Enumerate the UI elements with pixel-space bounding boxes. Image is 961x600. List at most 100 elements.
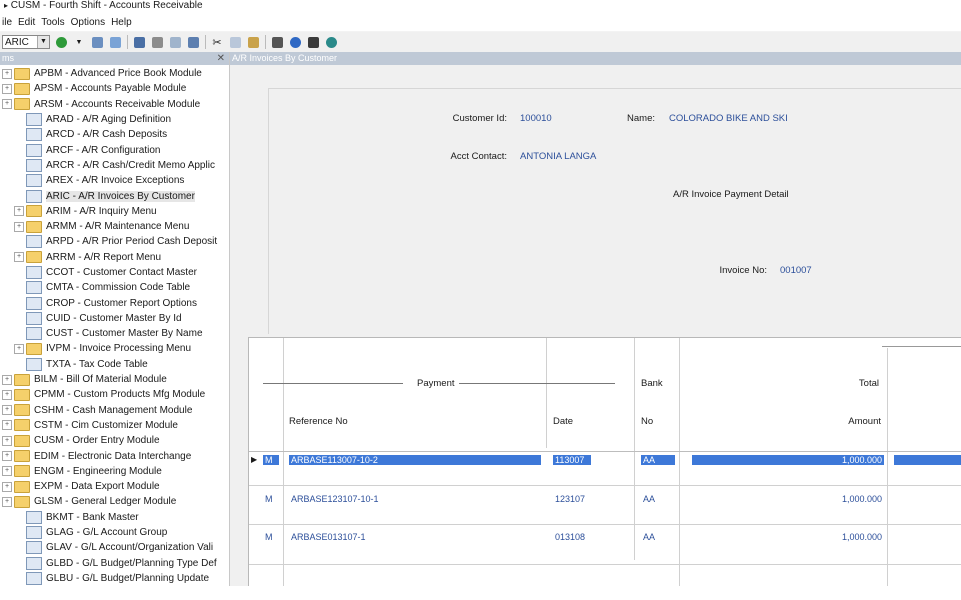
tree-item[interactable]: CROP - Customer Report Options bbox=[0, 295, 229, 310]
acct-contact-field[interactable]: ANTONIA LANGA bbox=[520, 151, 596, 162]
tree-item[interactable]: + APSM - Accounts Payable Module bbox=[0, 81, 229, 96]
save-button[interactable] bbox=[132, 35, 146, 49]
help-button[interactable] bbox=[288, 35, 302, 49]
menu-edit[interactable]: Edit bbox=[18, 17, 41, 28]
row-1-reference[interactable]: ARBASE113007-10-2 bbox=[289, 455, 541, 465]
row-1-bank[interactable]: AA bbox=[641, 455, 675, 465]
menu-tools[interactable]: Tools bbox=[41, 17, 70, 28]
row-3-reference[interactable]: ARBASE013107-1 bbox=[291, 532, 366, 542]
tree-item[interactable]: GLBU - G/L Budget/Planning Update bbox=[0, 571, 229, 586]
expand-icon[interactable]: + bbox=[14, 206, 24, 217]
row-2-date[interactable]: 123107 bbox=[555, 494, 585, 504]
expand-icon[interactable]: + bbox=[2, 83, 12, 94]
close-icon[interactable]: ✕ bbox=[217, 52, 225, 65]
expand-icon[interactable]: + bbox=[2, 420, 12, 431]
tree-item[interactable]: + CSHM - Cash Management Module bbox=[0, 403, 229, 418]
expand-icon[interactable]: + bbox=[14, 221, 24, 232]
expand-icon[interactable]: + bbox=[2, 481, 12, 492]
tree-item[interactable]: BKMT - Bank Master bbox=[0, 510, 229, 525]
tree-item[interactable]: + ARMM - A/R Maintenance Menu bbox=[0, 219, 229, 234]
expand-icon[interactable]: + bbox=[2, 389, 12, 400]
paste-icon bbox=[247, 36, 259, 48]
back-button[interactable] bbox=[108, 35, 122, 49]
tree-item[interactable]: ARCF - A/R Configuration bbox=[0, 142, 229, 157]
tree-item[interactable]: TXTA - Tax Code Table bbox=[0, 357, 229, 372]
tree-item[interactable]: + ARIM - A/R Inquiry Menu bbox=[0, 204, 229, 219]
customer-id-field[interactable]: 100010 bbox=[520, 113, 552, 124]
menu-file[interactable]: ile bbox=[0, 17, 18, 28]
tree-item[interactable]: + ENGM - Engineering Module bbox=[0, 464, 229, 479]
tree-item[interactable]: + IVPM - Invoice Processing Menu bbox=[0, 341, 229, 356]
copy-screen-button[interactable] bbox=[186, 35, 200, 49]
expand-icon[interactable]: + bbox=[2, 374, 12, 385]
expand-icon[interactable]: + bbox=[2, 435, 12, 446]
row-2-amount[interactable]: 1,000.000 bbox=[809, 494, 882, 504]
tree-item[interactable]: ARIC - A/R Invoices By Customer bbox=[0, 188, 229, 203]
chat-button[interactable] bbox=[306, 35, 320, 49]
tree-item[interactable]: + CSTM - Cim Customizer Module bbox=[0, 418, 229, 433]
tree-item[interactable]: + CUSM - Order Entry Module bbox=[0, 433, 229, 448]
reference-no-header: Reference No bbox=[289, 416, 348, 427]
expand-icon[interactable]: + bbox=[2, 99, 12, 110]
tree-item[interactable]: + EDIM - Electronic Data Interchange bbox=[0, 448, 229, 463]
row-1-flag[interactable]: M bbox=[263, 455, 279, 465]
row-1-date[interactable]: 113007 bbox=[553, 455, 591, 465]
tree-item[interactable]: + BILM - Bill Of Material Module bbox=[0, 372, 229, 387]
tree-item[interactable]: + EXPM - Data Export Module bbox=[0, 479, 229, 494]
expand-icon[interactable]: + bbox=[14, 252, 24, 263]
grid-divider bbox=[634, 338, 635, 560]
row-2-reference[interactable]: ARBASE123107-10-1 bbox=[291, 494, 379, 504]
row-3-flag[interactable]: M bbox=[265, 532, 273, 542]
tree-item-label: GLAG - G/L Account Group bbox=[46, 527, 168, 539]
expand-icon[interactable]: + bbox=[2, 496, 12, 507]
paste-button[interactable] bbox=[246, 35, 260, 49]
tree-item[interactable]: CMTA - Commission Code Table bbox=[0, 280, 229, 295]
toolbar-separator bbox=[127, 35, 128, 49]
tree-item[interactable]: + APBM - Advanced Price Book Module bbox=[0, 66, 229, 81]
dropdown-arrow-button[interactable]: ▼ bbox=[72, 35, 86, 49]
menu-help[interactable]: Help bbox=[111, 17, 138, 28]
tree-item[interactable]: ARPD - A/R Prior Period Cash Deposit bbox=[0, 234, 229, 249]
tree-item[interactable]: GLAG - G/L Account Group bbox=[0, 525, 229, 540]
preview-button[interactable] bbox=[168, 35, 182, 49]
chevron-down-icon: ▼ bbox=[75, 38, 83, 46]
menu-options[interactable]: Options bbox=[71, 17, 111, 28]
tree-item[interactable]: ARAD - A/R Aging Definition bbox=[0, 112, 229, 127]
tree-item[interactable]: GLBD - G/L Budget/Planning Type Def bbox=[0, 556, 229, 571]
row-1-next-cell[interactable] bbox=[894, 455, 961, 465]
chevron-down-icon[interactable]: ▼ bbox=[37, 36, 49, 48]
expand-icon[interactable]: + bbox=[2, 451, 12, 462]
expand-icon[interactable]: + bbox=[14, 343, 24, 354]
row-3-date[interactable]: 013108 bbox=[555, 532, 585, 542]
tree-item[interactable]: + CPMM - Custom Products Mfg Module bbox=[0, 387, 229, 402]
web-button[interactable] bbox=[324, 35, 338, 49]
tree-item[interactable]: + ARRM - A/R Report Menu bbox=[0, 250, 229, 265]
tree-item[interactable]: + ARSM - Accounts Receivable Module bbox=[0, 97, 229, 112]
tree-item[interactable]: CCOT - Customer Contact Master bbox=[0, 265, 229, 280]
invoice-no-field[interactable]: 001007 bbox=[780, 265, 812, 276]
customer-name-field[interactable]: COLORADO BIKE AND SKI bbox=[669, 113, 788, 124]
expand-icon[interactable]: + bbox=[2, 68, 12, 79]
row-2-bank[interactable]: AA bbox=[643, 494, 655, 504]
go-button[interactable] bbox=[54, 35, 68, 49]
row-3-amount[interactable]: 1,000.000 bbox=[809, 532, 882, 542]
tree-item[interactable]: CUST - Customer Master By Name bbox=[0, 326, 229, 341]
tree-item[interactable]: CUID - Customer Master By Id bbox=[0, 311, 229, 326]
row-3-bank[interactable]: AA bbox=[643, 532, 655, 542]
row-2-flag[interactable]: M bbox=[265, 494, 273, 504]
row-1-amount[interactable]: 1,000.000 bbox=[692, 455, 884, 465]
expand-icon[interactable]: + bbox=[2, 405, 12, 416]
tree-item[interactable]: ARCD - A/R Cash Deposits bbox=[0, 127, 229, 142]
refresh-button[interactable] bbox=[90, 35, 104, 49]
expand-icon[interactable]: + bbox=[2, 466, 12, 477]
tree-item[interactable]: ARCR - A/R Cash/Credit Memo Applic bbox=[0, 158, 229, 173]
tree-item[interactable]: AREX - A/R Invoice Exceptions bbox=[0, 173, 229, 188]
cut-button[interactable]: ✂ bbox=[210, 35, 224, 49]
tree-item-label: EDIM - Electronic Data Interchange bbox=[34, 450, 192, 462]
print-button[interactable] bbox=[150, 35, 164, 49]
screen-id-combo[interactable]: ARIC ▼ bbox=[2, 35, 50, 49]
note-button[interactable] bbox=[270, 35, 284, 49]
tree-item[interactable]: GLAV - G/L Account/Organization Vali bbox=[0, 540, 229, 555]
tree-item[interactable]: + GLSM - General Ledger Module bbox=[0, 494, 229, 509]
copy-button[interactable] bbox=[228, 35, 242, 49]
